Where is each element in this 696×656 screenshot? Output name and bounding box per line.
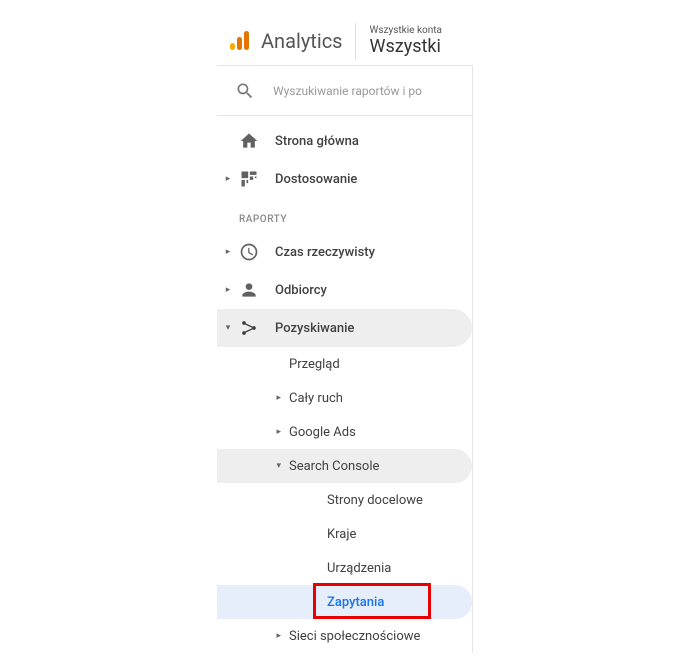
acquisition-icon [239, 318, 259, 338]
sub-social[interactable]: ▸ Sieci społecznościowe [217, 619, 472, 653]
sub-sc-queries[interactable]: Zapytania [217, 585, 472, 619]
dashboard-icon [239, 169, 259, 189]
sub-label: Search Console [289, 459, 379, 474]
sub-sc-landing[interactable]: Strony docelowe [217, 483, 472, 517]
nav-home[interactable]: ▸ Strona główna [217, 122, 472, 160]
sidebar: Wyszukiwanie raportów i po ▸ Strona głów… [217, 65, 473, 653]
expand-icon: ▸ [217, 174, 239, 184]
sub-google-ads[interactable]: ▸ Google Ads [217, 415, 472, 449]
expand-icon: ▸ [217, 247, 239, 257]
search-icon [235, 81, 255, 101]
nav-label: Czas rzeczywisty [275, 245, 375, 260]
analytics-logo-icon [227, 29, 251, 53]
account-bottom-label: Wszystki [370, 36, 442, 57]
nav-label: Strona główna [275, 134, 359, 149]
search-placeholder: Wyszukiwanie raportów i po [273, 84, 422, 98]
expand-icon: ▸ [217, 285, 239, 295]
search-row[interactable]: Wyszukiwanie raportów i po [217, 66, 472, 116]
sub-label: Google Ads [289, 425, 356, 440]
sub-label: Przegląd [289, 357, 340, 372]
expand-icon: ▸ [217, 427, 289, 437]
nav-label: Dostosowanie [275, 172, 357, 187]
sub-search-console[interactable]: ▾ Search Console [217, 449, 472, 483]
sub-label: Zapytania [327, 595, 384, 610]
sub-overview[interactable]: Przegląd [217, 347, 472, 381]
section-header-reports: RAPORTY [217, 198, 472, 233]
nav-label: Odbiorcy [275, 283, 327, 298]
sub-label: Cały ruch [289, 391, 343, 406]
account-selector[interactable]: Wszystkie konta Wszystki [370, 25, 442, 57]
sub-label: Sieci społecznościowe [289, 629, 420, 644]
expand-icon: ▸ [217, 631, 289, 641]
nav-customize[interactable]: ▸ Dostosowanie [217, 160, 472, 198]
sub-all-traffic[interactable]: ▸ Cały ruch [217, 381, 472, 415]
home-icon [239, 131, 259, 151]
nav-acquisition[interactable]: ▾ Pozyskiwanie [217, 309, 472, 347]
sub-sc-devices[interactable]: Urządzenia [217, 551, 472, 585]
sub-sc-countries[interactable]: Kraje [217, 517, 472, 551]
nav-label: Pozyskiwanie [275, 321, 354, 336]
brand-name: Analytics [261, 29, 343, 53]
expand-icon: ▸ [217, 393, 289, 403]
sub-label: Urządzenia [327, 561, 391, 576]
sub-label: Kraje [327, 527, 356, 542]
nav-realtime[interactable]: ▸ Czas rzeczywisty [217, 233, 472, 271]
sub-label: Strony docelowe [327, 493, 423, 508]
collapse-icon: ▾ [217, 461, 289, 471]
clock-icon [239, 242, 259, 262]
person-icon [239, 280, 259, 300]
account-top-label: Wszystkie konta [370, 25, 442, 36]
header-divider [355, 23, 356, 59]
collapse-icon: ▾ [217, 323, 239, 333]
nav-audience[interactable]: ▸ Odbiorcy [217, 271, 472, 309]
app-header: Analytics Wszystkie konta Wszystki [217, 17, 477, 65]
